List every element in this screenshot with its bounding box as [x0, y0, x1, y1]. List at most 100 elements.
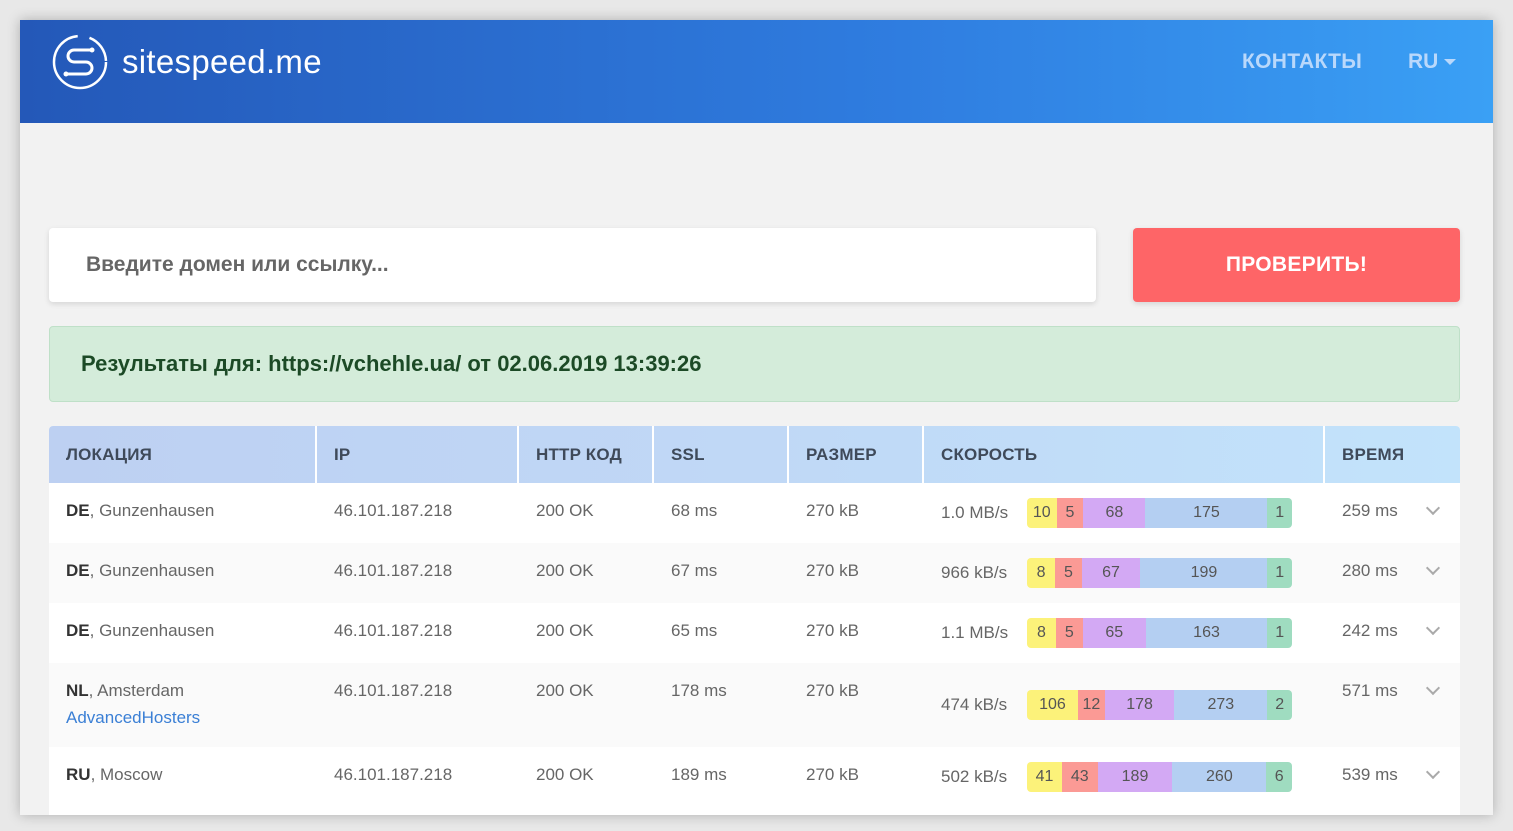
- chevron-down-icon[interactable]: [1425, 680, 1441, 696]
- speed-cell: 966 kB/s 8 5 67 199 1: [924, 543, 1325, 603]
- table-row[interactable]: NL, Amsterdam AdvancedHosters 46.101.187.…: [49, 663, 1460, 747]
- timing-segment-wait: 163: [1145, 618, 1268, 648]
- timing-segment-ssl: 65: [1082, 618, 1146, 648]
- http-cell: 200 OK: [536, 681, 594, 700]
- timing-segment-download: 1: [1267, 498, 1292, 528]
- size-cell: 270 kB: [806, 681, 859, 700]
- timing-bar: 41 43 189 260 6: [1027, 762, 1292, 792]
- ssl-cell: 68 ms: [671, 501, 718, 520]
- speed-value: 1.1 MB/s: [941, 623, 1009, 642]
- city: , Moscow: [90, 765, 163, 784]
- time-cell: 539 ms: [1325, 747, 1460, 807]
- chevron-down-icon[interactable]: [1425, 500, 1441, 516]
- size-cell: 270 kB: [806, 561, 859, 580]
- location-cell: DE, Gunzenhausen: [49, 543, 317, 603]
- http-cell: 200 OK: [536, 765, 594, 784]
- time-value: 571 ms: [1342, 681, 1398, 700]
- speed-value: 474 kB/s: [941, 695, 1008, 714]
- timing-segment-wait: 199: [1140, 558, 1268, 588]
- ip-cell: 46.101.187.218: [334, 561, 453, 580]
- ip-cell: 46.101.187.218: [334, 501, 453, 520]
- timing-segment-connect: 5: [1055, 558, 1082, 588]
- hoster-link[interactable]: AdvancedHosters: [66, 708, 317, 728]
- logo-text: sitespeed.me: [122, 43, 322, 80]
- results-table: ЛОКАЦИЯ IP HTTP КОД SSL РАЗМЕР СКОРОСТЬ …: [49, 426, 1460, 815]
- timing-segment-dns: 8: [1027, 618, 1056, 648]
- time-cell: 242 ms: [1325, 603, 1460, 663]
- http-cell: 200 OK: [536, 501, 594, 520]
- timing-segment-connect: 5: [1056, 498, 1084, 528]
- table-row[interactable]: DE, Gunzenhausen 46.101.187.218 200 OK 6…: [49, 543, 1460, 603]
- location-cell: DE, Gunzenhausen: [49, 483, 317, 543]
- country-code: DE: [66, 621, 90, 640]
- time-value: 280 ms: [1342, 561, 1398, 580]
- timing-segment-connect: 12: [1077, 690, 1105, 720]
- time-value: 539 ms: [1342, 765, 1398, 784]
- header-size: РАЗМЕР: [789, 426, 924, 483]
- chevron-down-icon[interactable]: [1425, 620, 1441, 636]
- timing-segment-connect: 43: [1062, 762, 1098, 792]
- timing-bar: 106 12 178 273 2: [1027, 690, 1292, 720]
- search-field[interactable]: [49, 228, 1096, 302]
- table-row[interactable]: DE, Gunzenhausen 46.101.187.218 200 OK 6…: [49, 603, 1460, 663]
- http-cell: 200 OK: [536, 561, 594, 580]
- city: , Gunzenhausen: [89, 561, 215, 580]
- ssl-cell: 189 ms: [671, 765, 727, 784]
- table-row[interactable]: RU, Moscow 46.101.187.218 200 OK 189 ms …: [49, 747, 1460, 807]
- timing-segment-ssl: 67: [1081, 558, 1141, 588]
- timing-segment-dns: 8: [1027, 558, 1056, 588]
- country-code: NL: [66, 681, 89, 700]
- timing-segment-wait: 175: [1145, 498, 1268, 528]
- ip-cell: 46.101.187.218: [334, 621, 453, 640]
- ip-cell: 46.101.187.218: [334, 765, 453, 784]
- size-cell: 270 kB: [806, 621, 859, 640]
- timing-bar: 8 5 67 199 1: [1027, 558, 1292, 588]
- location-cell: NL, Amsterdam AdvancedHosters: [49, 663, 317, 747]
- timing-segment-wait: 260: [1172, 762, 1267, 792]
- timing-segment-dns: 41: [1027, 762, 1063, 792]
- timing-segment-download: 6: [1266, 762, 1292, 792]
- timing-segment-download: 1: [1267, 558, 1292, 588]
- caret-down-icon: [1444, 59, 1457, 65]
- ssl-cell: 67 ms: [671, 561, 718, 580]
- ip-cell: 46.101.187.218: [334, 681, 453, 700]
- site-header: sitespeed.me КОНТАКТЫ RU: [20, 20, 1493, 123]
- http-cell: 200 OK: [536, 621, 594, 640]
- speed-cell: 1.1 MB/s 8 5 65 163 1: [924, 603, 1325, 663]
- ssl-cell: 65 ms: [671, 621, 718, 640]
- speed-cell: 474 kB/s 106 12 178 273 2: [924, 663, 1325, 747]
- table-row[interactable]: DE, Gunzenhausen 46.101.187.218 200 OK 6…: [49, 483, 1460, 543]
- search-input[interactable]: [86, 253, 1096, 277]
- chevron-down-icon[interactable]: [1425, 560, 1441, 576]
- country-code: DE: [66, 561, 90, 580]
- header-location: ЛОКАЦИЯ: [49, 426, 317, 483]
- time-cell: 571 ms: [1325, 663, 1460, 747]
- check-button[interactable]: ПРОВЕРИТЬ!: [1133, 228, 1460, 302]
- header-http-code: HTTP КОД: [519, 426, 654, 483]
- header-ip: IP: [317, 426, 519, 483]
- header-speed: СКОРОСТЬ: [924, 426, 1325, 483]
- ssl-cell: 178 ms: [671, 681, 727, 700]
- timing-segment-download: 2: [1267, 690, 1292, 720]
- language-label: RU: [1408, 50, 1439, 73]
- size-cell: 270 kB: [806, 501, 859, 520]
- timing-segment-ssl: 178: [1104, 690, 1175, 720]
- city: , Amsterdam: [88, 681, 185, 700]
- size-cell: 270 kB: [806, 765, 859, 784]
- speed-value: 1.0 MB/s: [941, 503, 1009, 522]
- city: , Gunzenhausen: [89, 501, 215, 520]
- location-cell: DE, Gunzenhausen: [49, 603, 317, 663]
- city: , Gunzenhausen: [89, 621, 215, 640]
- time-cell: 280 ms: [1325, 543, 1460, 603]
- header-ssl: SSL: [654, 426, 789, 483]
- nav-contacts-link[interactable]: КОНТАКТЫ: [1242, 50, 1362, 74]
- browser-frame: sitespeed.me КОНТАКТЫ RU ПРОВЕРИТЬ! Резу…: [20, 20, 1493, 815]
- location-cell: RU, Moscow: [49, 747, 317, 807]
- timing-segment-connect: 5: [1055, 618, 1083, 648]
- speed-value: 502 kB/s: [941, 767, 1008, 786]
- logo[interactable]: sitespeed.me: [50, 30, 322, 94]
- language-dropdown[interactable]: RU: [1408, 50, 1457, 74]
- speed-cell: 1.0 MB/s 10 5 68 175 1: [924, 483, 1325, 543]
- timing-segment-download: 1: [1267, 618, 1292, 648]
- chevron-down-icon[interactable]: [1425, 764, 1441, 780]
